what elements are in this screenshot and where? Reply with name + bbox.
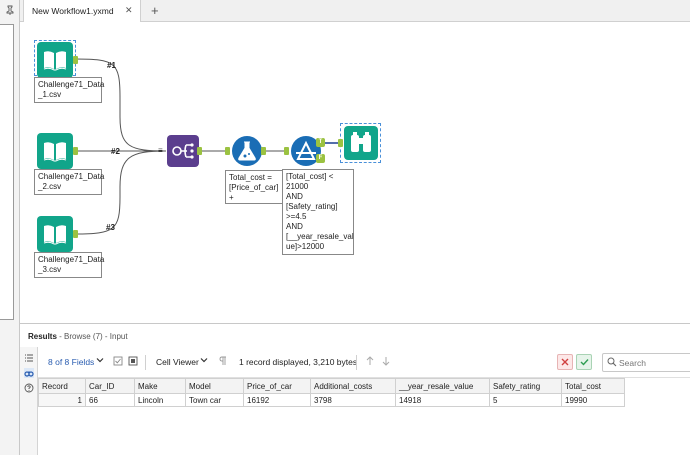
toolbar-divider: [356, 355, 357, 370]
cell-record[interactable]: 1: [38, 393, 86, 407]
fields-selector[interactable]: 8 of 8 Fields: [48, 357, 94, 367]
input-port[interactable]: [225, 147, 230, 155]
table-row[interactable]: 1 66 Lincoln Town car 16192 3798 14918 5…: [38, 393, 625, 407]
toolbar-divider: [145, 355, 146, 370]
column-header-safety-rating[interactable]: Safety_rating: [489, 378, 562, 394]
list-view-icon[interactable]: [24, 353, 34, 363]
browse-tool[interactable]: [344, 126, 380, 162]
chevron-down-icon[interactable]: [96, 356, 104, 366]
union-icon: [167, 135, 199, 167]
results-subtitle: - Browse (7) - Input: [56, 332, 128, 341]
input-label-2: Challenge71_Data _2.csv: [34, 169, 104, 195]
cell-viewer-selector[interactable]: Cell Viewer: [156, 357, 199, 367]
input-label-3: Challenge71_Data _3.csv: [34, 252, 104, 278]
results-title-label: Results: [28, 332, 57, 341]
output-port[interactable]: [197, 147, 202, 155]
results-title: Results - Browse (7) - Input: [28, 332, 128, 341]
paragraph-icon[interactable]: [219, 356, 227, 368]
connection-label-2: #2: [111, 147, 120, 156]
results-toolbar: 8 of 8 Fields Cell Viewer 1 record displ…: [38, 352, 690, 374]
input-tool-2[interactable]: [37, 133, 73, 169]
confirm-button[interactable]: [576, 354, 592, 370]
binoculars-icon: [344, 126, 378, 160]
binoculars-view-icon[interactable]: [24, 368, 34, 378]
formula-expression-label: Total_cost = [Price_of_car] + [Additiona…: [225, 170, 287, 204]
book-icon: [37, 216, 73, 252]
select-all-icon[interactable]: [128, 356, 138, 368]
cell-make[interactable]: Lincoln: [134, 393, 186, 407]
filter-true-port[interactable]: T: [316, 138, 325, 147]
connection-wires: [74, 58, 340, 235]
alteryx-designer-window: New Workflow1.yxmd ✕ + Challenge71_Data …: [0, 0, 690, 455]
left-panel-rail: [0, 0, 20, 455]
results-sidebar: [20, 347, 38, 455]
cell-car-id[interactable]: 66: [85, 393, 135, 407]
chevron-down-icon[interactable]: [200, 356, 208, 366]
close-tab-icon[interactable]: ✕: [125, 5, 133, 16]
header-row: Record Car_ID Make Model Price_of_car Ad…: [38, 378, 625, 394]
output-port[interactable]: [73, 230, 78, 238]
column-header-total-cost[interactable]: Total_cost: [561, 378, 625, 394]
connection-label-3: #3: [106, 223, 115, 232]
output-port[interactable]: [73, 147, 78, 155]
cell-total-cost[interactable]: 19990: [561, 393, 625, 407]
union-input-anchor: ≡: [158, 146, 163, 155]
tab-workflow[interactable]: New Workflow1.yxmd ✕: [23, 0, 141, 22]
column-header-record[interactable]: Record: [38, 378, 86, 394]
union-tool[interactable]: [167, 135, 199, 167]
connection-label-1: #1: [107, 61, 116, 70]
column-header-resale-value[interactable]: __year_resale_value: [395, 378, 490, 394]
arrow-up-icon[interactable]: [365, 356, 375, 368]
cancel-button[interactable]: [557, 354, 573, 370]
results-table: Record Car_ID Make Model Price_of_car Ad…: [38, 378, 625, 407]
column-header-additional-costs[interactable]: Additional_costs: [310, 378, 396, 394]
formula-flask-icon: [232, 136, 262, 166]
tab-bar: New Workflow1.yxmd ✕ +: [20, 0, 690, 22]
search-field[interactable]: [602, 353, 690, 372]
tab-label: New Workflow1.yxmd: [32, 6, 114, 16]
pin-icon[interactable]: [5, 5, 15, 15]
formula-tool[interactable]: [231, 135, 263, 167]
filter-false-port[interactable]: F: [316, 154, 325, 163]
input-port[interactable]: [338, 139, 343, 147]
input-tool-1[interactable]: [37, 42, 73, 78]
input-tool-3[interactable]: [37, 216, 73, 252]
results-header: Results - Browse (7) - Input: [20, 323, 690, 347]
book-icon: [37, 42, 73, 78]
filter-expression-label: [Total_cost] < 21000 AND [Safety_rating]…: [282, 169, 354, 255]
edit-check-icon[interactable]: [113, 356, 123, 368]
input-port[interactable]: [284, 147, 289, 155]
cell-model[interactable]: Town car: [185, 393, 244, 407]
output-port[interactable]: [73, 56, 78, 64]
column-header-model[interactable]: Model: [185, 378, 244, 394]
collapsed-panel: [0, 24, 14, 320]
input-label-1: Challenge71_Data _1.csv: [34, 77, 104, 103]
arrow-down-icon[interactable]: [381, 356, 391, 368]
book-icon: [37, 133, 73, 169]
results-grid: Record Car_ID Make Model Price_of_car Ad…: [38, 377, 690, 455]
search-input[interactable]: [619, 357, 689, 369]
column-header-make[interactable]: Make: [134, 378, 186, 394]
search-icon: [607, 357, 617, 367]
help-icon[interactable]: [24, 383, 34, 393]
cell-price[interactable]: 16192: [243, 393, 311, 407]
add-tab-button[interactable]: +: [151, 3, 159, 18]
workflow-canvas[interactable]: Challenge71_Data _1.csv #1 Challenge71_D…: [20, 22, 690, 323]
record-status: 1 record displayed, 3,210 bytes: [239, 357, 358, 367]
column-header-car-id[interactable]: Car_ID: [85, 378, 135, 394]
cell-resale-value[interactable]: 14918: [395, 393, 490, 407]
output-port[interactable]: [261, 147, 266, 155]
column-header-price[interactable]: Price_of_car: [243, 378, 311, 394]
cell-safety-rating[interactable]: 5: [489, 393, 562, 407]
cell-additional-costs[interactable]: 3798: [310, 393, 396, 407]
